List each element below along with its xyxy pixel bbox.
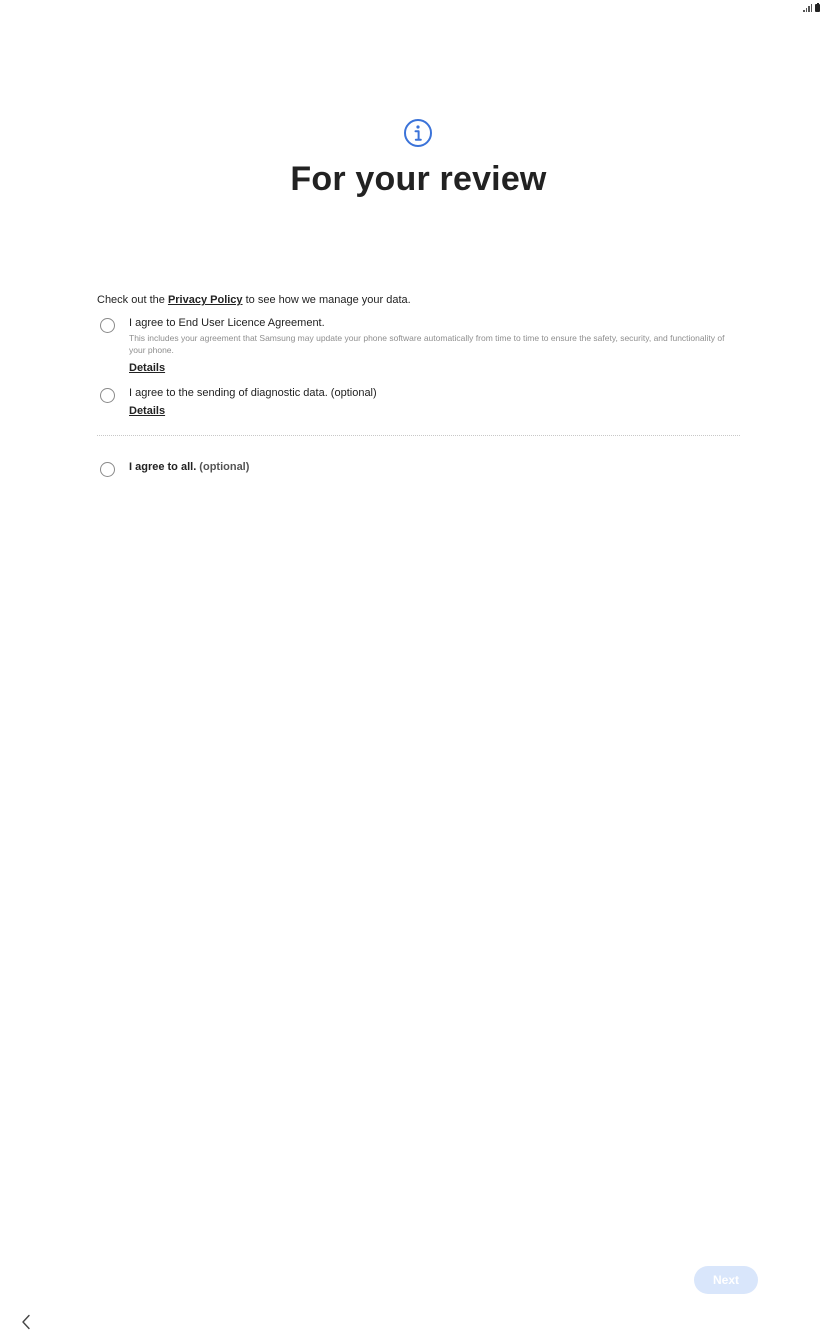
agree-all-label: I agree to all. (optional) [129, 460, 740, 475]
diagnostic-agreement-row[interactable]: I agree to the sending of diagnostic dat… [97, 386, 740, 419]
eula-agreement-row[interactable]: I agree to End User Licence Agreement. T… [97, 316, 740, 376]
agreement-section: Check out the Privacy Policy to see how … [97, 292, 740, 477]
page-title: For your review [290, 160, 547, 198]
back-button[interactable] [18, 1313, 34, 1331]
privacy-policy-link[interactable]: Privacy Policy [168, 294, 243, 306]
eula-label: I agree to End User Licence Agreement. [129, 317, 325, 329]
battery-icon [815, 3, 820, 12]
diagnostic-label: I agree to the sending of diagnostic dat… [129, 387, 377, 399]
chevron-left-icon [22, 1314, 30, 1330]
eula-details-link[interactable]: Details [129, 361, 165, 376]
info-icon [404, 119, 432, 147]
diagnostic-radio[interactable] [100, 388, 115, 403]
privacy-suffix: to see how we manage your data. [242, 294, 411, 306]
agree-all-text: I agree to all. [129, 461, 197, 473]
eula-radio[interactable] [100, 318, 115, 333]
agree-all-optional: (optional) [196, 461, 250, 473]
divider [97, 435, 740, 436]
next-button[interactable]: Next [694, 1266, 758, 1294]
eula-description: This includes your agreement that Samsun… [129, 333, 725, 355]
diagnostic-details-link[interactable]: Details [129, 404, 165, 419]
privacy-line: Check out the Privacy Policy to see how … [97, 292, 740, 308]
agree-all-radio[interactable] [100, 462, 115, 477]
privacy-prefix: Check out the [97, 294, 168, 306]
status-bar [803, 3, 820, 12]
signal-icon [803, 4, 812, 12]
agree-all-row[interactable]: I agree to all. (optional) [97, 460, 740, 477]
